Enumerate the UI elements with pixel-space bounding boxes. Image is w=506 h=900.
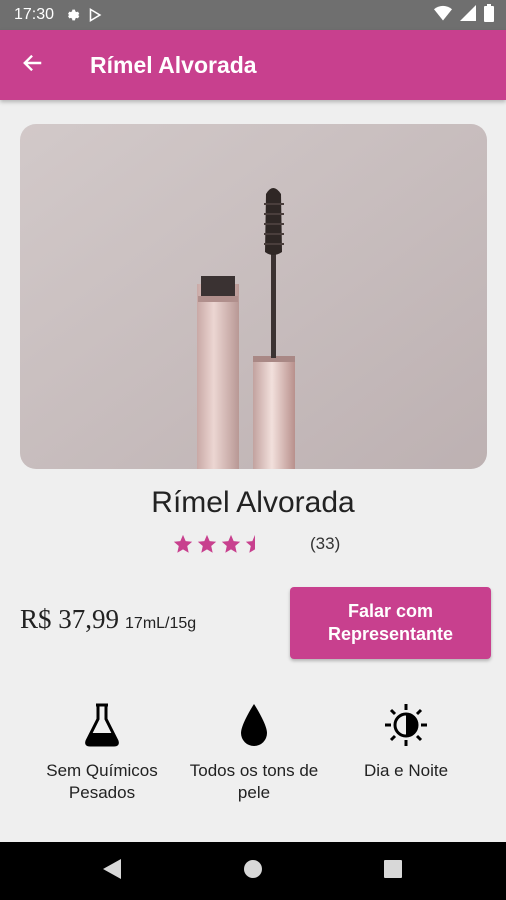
- arrow-back-icon: [22, 52, 44, 79]
- play-store-icon: [88, 7, 103, 23]
- settings-icon: [64, 7, 80, 23]
- status-time: 17:30: [14, 6, 55, 23]
- page-title: Rímel Alvorada: [90, 51, 257, 78]
- nav-recents-button[interactable]: [363, 842, 423, 900]
- day-night-icon: [336, 700, 476, 750]
- app-bar: Rímel Alvorada: [0, 30, 506, 100]
- feature-item: Sem Químicos Pesados: [32, 700, 172, 804]
- star-icon: [173, 534, 193, 553]
- signal-icon: [460, 4, 476, 26]
- product-image: [20, 124, 487, 469]
- features: Sem Químicos Pesados Todos os tons de pe…: [0, 700, 506, 840]
- review-count[interactable]: (33): [310, 534, 340, 554]
- contact-representative-button[interactable]: Falar com Representante: [290, 587, 491, 659]
- drop-icon: [184, 700, 324, 750]
- product-name: Rímel Alvorada: [151, 486, 355, 519]
- price-row: R$ 37,99 17mL/15g: [20, 604, 196, 635]
- status-bar: 17:30: [0, 0, 506, 30]
- rating-stars: [172, 533, 266, 555]
- rating: (33): [172, 531, 340, 557]
- star-icon: [221, 534, 241, 553]
- star-icon: [197, 534, 217, 553]
- battery-icon: [484, 3, 494, 27]
- product-size: 17mL/15g: [125, 615, 197, 632]
- feature-label: Dia e Noite: [363, 761, 449, 780]
- feature-label: Todos os tons de pele: [189, 761, 319, 802]
- triangle-back-icon: [103, 858, 121, 884]
- feature-item: Todos os tons de pele: [184, 700, 324, 804]
- wifi-icon: [434, 5, 452, 26]
- nav-back-button[interactable]: [82, 842, 142, 900]
- price: R$ 37,99: [20, 604, 120, 634]
- flask-icon: [32, 700, 172, 750]
- circle-home-icon: [243, 859, 263, 884]
- navigation-bar: [0, 842, 506, 900]
- square-recents-icon: [384, 859, 402, 883]
- star-icon: [245, 534, 255, 553]
- back-button[interactable]: [0, 30, 66, 100]
- feature-item: Dia e Noite: [336, 700, 476, 782]
- feature-label: Sem Químicos Pesados: [46, 761, 158, 802]
- nav-home-button[interactable]: [223, 842, 283, 900]
